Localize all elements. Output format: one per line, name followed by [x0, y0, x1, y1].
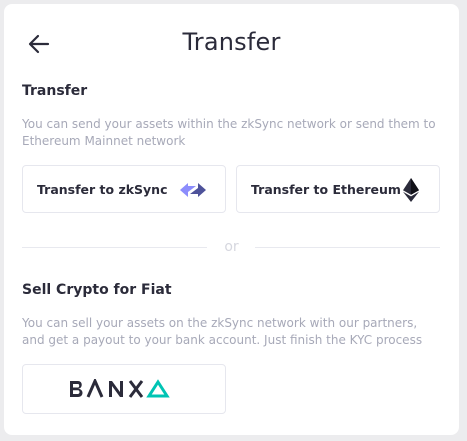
zksync-icon [180, 183, 206, 197]
transfer-to-zksync-label: Transfer to zkSync [37, 181, 168, 197]
transfer-to-ethereum-button[interactable]: Transfer to Ethereum [236, 165, 440, 213]
transfer-to-zksync-button[interactable]: Transfer to zkSync [22, 165, 226, 213]
fiat-section-title: Sell Crypto for Fiat [22, 282, 172, 298]
transfer-card: Transfer Transfer You can send your asse… [4, 4, 459, 435]
fiat-section-description: You can sell your assets on the zkSync n… [22, 316, 423, 347]
transfer-section-description: You can send your assets within the zkSy… [22, 117, 436, 148]
transfer-section-title: Transfer [22, 83, 88, 99]
banxa-logo [70, 379, 170, 398]
ethereum-icon [403, 178, 419, 202]
divider-line-right [255, 247, 440, 248]
transfer-to-ethereum-label: Transfer to Ethereum [251, 181, 401, 197]
page-title: Transfer [182, 28, 281, 56]
banxa-button[interactable] [22, 364, 226, 414]
